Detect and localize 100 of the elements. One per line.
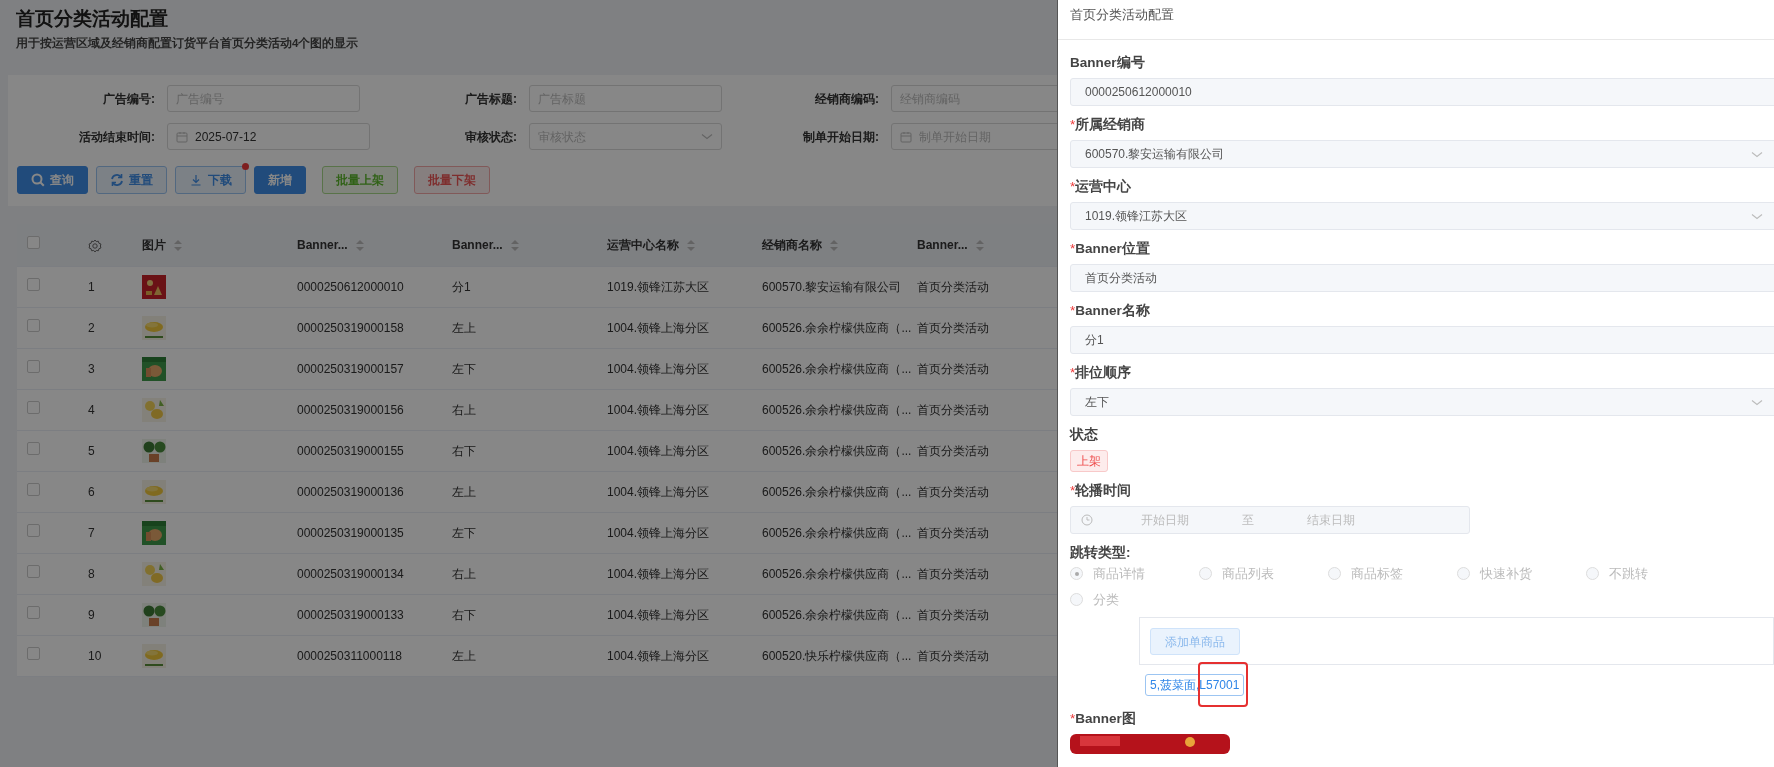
required-mark: * (1070, 711, 1076, 726)
dealer-name-cell: 600570.黎安运输有限公司 (762, 280, 902, 294)
date-range-field[interactable]: 开始日期 至 结束日期 (1070, 506, 1470, 534)
sort-icon[interactable] (510, 239, 519, 251)
banner-name-cell: 左上 (452, 485, 476, 499)
row-checkbox[interactable] (27, 319, 40, 332)
row-checkbox[interactable] (27, 360, 40, 373)
settings-icon[interactable] (88, 238, 102, 253)
row-checkbox[interactable] (27, 442, 40, 455)
operation-center-cell: 1004.领锋上海分区 (607, 485, 710, 499)
form-field[interactable]: 首页分类活动 (1070, 264, 1774, 292)
banner-name-cell: 右上 (452, 403, 476, 417)
field-label: 运营中心 (1075, 179, 1132, 194)
action-button[interactable]: 批量上架 (322, 166, 398, 194)
chevron-down-icon (1751, 150, 1763, 158)
row-checkbox[interactable] (27, 483, 40, 496)
action-button[interactable]: 重置 (96, 166, 167, 194)
dealer-name-cell: 600526.余余柠檬供应商（... (762, 362, 912, 376)
banner-code-cell: 0000250311000118 (297, 649, 402, 663)
dealer-name-cell: 600526.余余柠檬供应商（... (762, 403, 912, 417)
operation-center-cell: 1004.领锋上海分区 (607, 567, 710, 581)
dealer-name-cell: 600526.余余柠檬供应商（... (762, 485, 912, 499)
row-number: 5 (88, 444, 95, 458)
row-number: 10 (88, 649, 102, 663)
required-mark: * (1070, 303, 1076, 318)
form-field[interactable]: 分1 (1070, 326, 1774, 354)
banner-position-cell: 首页分类活动 (917, 321, 989, 335)
sort-icon[interactable] (975, 239, 984, 251)
field-label: 所属经销商 (1075, 117, 1146, 132)
filter-label: 制单开始日期: (802, 128, 880, 146)
filter-label: 审核状态: (464, 128, 518, 146)
row-checkbox[interactable] (27, 647, 40, 660)
action-button[interactable]: 新增 (254, 166, 306, 194)
banner-code-cell: 0000250319000136 (297, 485, 404, 499)
field-label: Banner图 (1075, 711, 1136, 726)
column-header[interactable]: 运营中心名称 (607, 236, 679, 254)
banner-position-cell: 首页分类活动 (917, 608, 989, 622)
banner-position-cell: 首页分类活动 (917, 403, 989, 417)
banner-code-cell: 0000250319000133 (297, 608, 404, 622)
banner-position-cell: 首页分类活动 (917, 362, 989, 376)
field-label: 排位顺序 (1075, 365, 1132, 380)
form-field[interactable]: 左下 (1070, 388, 1774, 416)
filter-field[interactable]: 2025-07-12 (167, 123, 370, 150)
select-all-checkbox[interactable] (27, 236, 40, 249)
chevron-down-icon (1751, 398, 1763, 406)
action-button[interactable]: 批量下架 (414, 166, 490, 194)
banner-position-cell: 首页分类活动 (917, 280, 989, 294)
field-label: 轮播时间 (1075, 483, 1132, 498)
banner-code-cell: 0000250319000135 (297, 526, 404, 540)
filter-label: 经销商编码: (814, 90, 880, 108)
required-mark: * (1070, 483, 1076, 498)
field-label: 状态 (1070, 427, 1098, 442)
banner-name-cell: 右上 (452, 567, 476, 581)
banner-position-cell: 首页分类活动 (917, 649, 989, 663)
sort-icon[interactable] (830, 239, 838, 251)
operation-center-cell: 1004.领锋上海分区 (607, 608, 710, 622)
row-number: 9 (88, 608, 95, 622)
form-field[interactable]: 0000250612000010 (1070, 78, 1774, 106)
dealer-name-cell: 600526.余余柠檬供应商（... (762, 321, 912, 335)
form-field[interactable]: 600570.黎安运输有限公司 (1070, 140, 1774, 168)
download-icon (189, 173, 203, 187)
column-header[interactable]: Banner... (917, 236, 968, 254)
row-checkbox[interactable] (27, 401, 40, 414)
field-label: Banner位置 (1075, 241, 1150, 256)
sort-icon[interactable] (687, 239, 695, 251)
column-header[interactable]: 图片 (142, 236, 166, 254)
operation-center-cell: 1004.领锋上海分区 (607, 403, 710, 417)
banner-position-cell: 首页分类活动 (917, 526, 989, 540)
banner-code-cell: 0000250319000158 (297, 321, 404, 335)
row-checkbox[interactable] (27, 565, 40, 578)
operation-center-cell: 1004.领锋上海分区 (607, 649, 710, 663)
required-mark: * (1070, 117, 1076, 132)
column-header[interactable]: Banner... (452, 236, 503, 254)
sort-icon[interactable] (174, 239, 182, 251)
form-field[interactable]: 1019.领锋江苏大区 (1070, 202, 1774, 230)
row-number: 7 (88, 526, 95, 540)
row-checkbox[interactable] (27, 524, 40, 537)
banner-code-cell: 0000250319000157 (297, 362, 404, 376)
required-mark: * (1070, 365, 1076, 380)
row-checkbox[interactable] (27, 278, 40, 291)
field-label: Banner编号 (1070, 55, 1145, 70)
column-header[interactable]: 经销商名称 (762, 236, 822, 254)
row-number: 6 (88, 485, 95, 499)
sort-icon[interactable] (355, 239, 364, 251)
dealer-name-cell: 600526.余余柠檬供应商（... (762, 567, 912, 581)
banner-name-cell: 左上 (452, 321, 476, 335)
banner-code-cell: 0000250612000010 (297, 280, 404, 294)
column-header[interactable]: Banner... (297, 236, 348, 254)
refresh-icon (110, 173, 124, 187)
action-button[interactable]: 下载 (175, 166, 246, 194)
action-button[interactable]: 查询 (17, 166, 88, 194)
field-label: Banner名称 (1075, 303, 1150, 318)
clock-icon (1081, 514, 1093, 526)
operation-center-cell: 1004.领锋上海分区 (607, 362, 710, 376)
row-checkbox[interactable] (27, 606, 40, 619)
banner-code-cell: 0000250319000155 (297, 444, 404, 458)
filter-label: 广告编号: (102, 90, 156, 108)
operation-center-cell: 1004.领锋上海分区 (607, 526, 710, 540)
page-subtitle: 用于按运营区域及经销商配置订货平台首页分类活动4个图的显示 (16, 35, 360, 51)
banner-code-cell: 0000250319000156 (297, 403, 404, 417)
